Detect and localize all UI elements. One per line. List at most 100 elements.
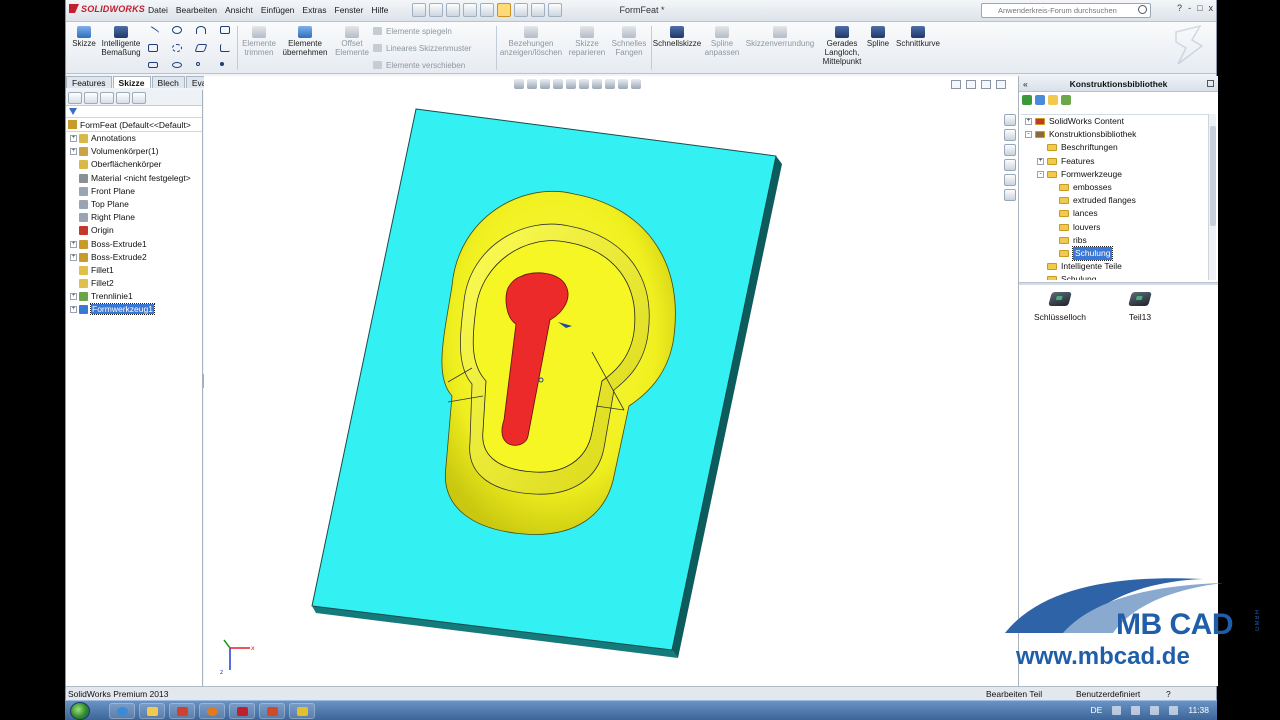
trim-entities-button[interactable]: Elemente trimmen <box>238 26 280 57</box>
language-indicator[interactable]: DE <box>1091 705 1103 715</box>
expand-icon[interactable]: - <box>1037 170 1044 178</box>
menu-fenster[interactable]: Fenster <box>335 5 364 15</box>
library-tree-item[interactable]: extruded flanges <box>1021 194 1211 207</box>
spline-button[interactable]: Spline <box>866 26 890 48</box>
text-icon[interactable] <box>220 44 230 52</box>
circle-icon[interactable] <box>172 26 182 34</box>
help-icon[interactable]: ? <box>1177 3 1182 13</box>
library-tree-item[interactable]: - Formwerkzeuge <box>1021 168 1211 181</box>
library-tree-item[interactable]: ribs <box>1021 234 1211 247</box>
save-icon[interactable] <box>446 3 460 17</box>
rebuild-icon[interactable] <box>514 3 528 17</box>
display-manager-icon[interactable] <box>132 92 146 104</box>
feature-tree-item[interactable]: Front Plane <box>66 185 202 198</box>
point-icon[interactable] <box>196 62 200 66</box>
expand-icon[interactable]: + <box>70 148 77 156</box>
tree-root-part[interactable]: FormFeat (Default<<Default> <box>66 118 202 132</box>
solidworks-logo[interactable]: SOLIDWORKS <box>69 4 145 14</box>
expand-icon[interactable]: + <box>1025 118 1032 125</box>
dimxpert-icon[interactable] <box>116 92 130 104</box>
volume-icon[interactable] <box>1150 705 1160 715</box>
library-tree-item[interactable]: louvers <box>1021 221 1211 234</box>
feature-tree-item[interactable]: Origin <box>66 224 202 237</box>
feature-tree-item[interactable]: Top Plane <box>66 198 202 211</box>
plane-icon[interactable] <box>220 26 230 34</box>
taskbar-firefox[interactable] <box>199 703 225 719</box>
intersection-curve-button[interactable]: Schnittkurve <box>892 26 944 48</box>
feature-tree-item[interactable]: + Volumenkörper(1) <box>66 145 202 158</box>
pin-icon[interactable] <box>1207 80 1214 87</box>
smart-dimension-button[interactable]: Intelligente Bemaßung <box>99 26 143 57</box>
filter-icon[interactable] <box>66 106 202 118</box>
taskbar-solidworks[interactable] <box>229 703 255 719</box>
feature-tree-item[interactable]: Right Plane <box>66 211 202 224</box>
select-pointer-icon[interactable] <box>497 3 511 17</box>
options-icon[interactable] <box>548 3 562 17</box>
feature-tree-item[interactable]: Material <nicht festgelegt> <box>66 172 202 185</box>
minimize-button[interactable]: - <box>1188 3 1191 13</box>
configuration-manager-icon[interactable] <box>100 92 114 104</box>
part-schluesselloch[interactable]: Schlüsselloch <box>1025 290 1095 322</box>
sketch-button[interactable]: Skizze <box>71 26 97 48</box>
move-entities-button[interactable]: Elemente verschieben <box>373 61 465 70</box>
library-tree-item[interactable]: lances <box>1021 207 1211 220</box>
slot-icon[interactable] <box>148 62 158 68</box>
taskbar-explorer[interactable] <box>139 703 165 719</box>
library-tree-item[interactable]: + SolidWorks Content <box>1021 115 1211 128</box>
feature-tree-item[interactable]: + Boss-Extrude1 <box>66 238 202 251</box>
maximize-button[interactable]: □ <box>1197 3 1202 13</box>
resources-tab-icon[interactable] <box>1004 114 1016 126</box>
close-button[interactable]: x <box>1209 3 1214 13</box>
scroll-thumb[interactable] <box>1210 126 1216 226</box>
view-palette-tab-icon[interactable] <box>1004 159 1016 171</box>
property-manager-icon[interactable] <box>84 92 98 104</box>
appearances-tab-icon[interactable] <box>1004 174 1016 186</box>
tab-features[interactable]: Features <box>66 76 112 88</box>
fit-spline-button[interactable]: Spline anpassen <box>702 26 742 57</box>
menu-bearbeiten[interactable]: Bearbeiten <box>176 5 217 15</box>
repair-sketch-button[interactable]: Skizze reparieren <box>566 26 608 57</box>
tab-blech[interactable]: Blech <box>151 76 185 88</box>
library-tree-item[interactable]: Beschriftungen <box>1021 141 1211 154</box>
display-relations-button[interactable]: Bezehungen anzeigen/löschen <box>498 26 564 57</box>
spline-icon[interactable] <box>196 26 206 34</box>
search-icon[interactable] <box>1138 5 1147 14</box>
undo-icon[interactable] <box>480 3 494 17</box>
rapid-sketch-button[interactable]: Schnellskizze <box>652 26 702 48</box>
part-teil13[interactable]: Teil13 <box>1105 290 1175 322</box>
library-tree-item[interactable]: Schulung <box>1021 245 1211 261</box>
back-arrow-icon[interactable]: « <box>1023 76 1028 92</box>
taskbar-vault[interactable] <box>169 703 195 719</box>
expand-icon[interactable]: + <box>70 135 77 142</box>
menu-einfuegen[interactable]: Einfügen <box>261 5 295 15</box>
taskbar-powerpoint[interactable] <box>259 703 285 719</box>
line-icon[interactable] <box>146 25 160 39</box>
feature-tree-item[interactable]: Fillet1 <box>66 264 202 277</box>
ellipse-icon[interactable] <box>172 62 182 68</box>
tab-skizze[interactable]: Skizze <box>112 76 151 88</box>
expand-icon[interactable]: + <box>70 240 77 248</box>
network-icon[interactable] <box>1112 705 1122 715</box>
centerline-icon[interactable] <box>220 62 224 66</box>
menu-ansicht[interactable]: Ansicht <box>225 5 253 15</box>
mirror-entities-button[interactable]: Elemente spiegeln <box>373 27 452 36</box>
library-tree-item[interactable]: - Konstruktionsbibliothek <box>1021 128 1211 141</box>
sketch-fillet-button[interactable]: Skizzenverrundung <box>744 26 816 48</box>
convert-entities-button[interactable]: Elemente übernehmen <box>280 26 330 57</box>
print-icon[interactable] <box>463 3 477 17</box>
tray-app-icon[interactable] <box>1169 705 1179 715</box>
offset-entities-button[interactable]: Offset Elemente <box>332 26 372 57</box>
open-icon[interactable] <box>429 3 443 17</box>
custom-properties-tab-icon[interactable] <box>1004 189 1016 201</box>
expand-icon[interactable]: + <box>70 253 77 261</box>
linear-pattern-button[interactable]: Lineares Skizzenmuster <box>373 44 471 53</box>
clock[interactable]: 11:38 <box>1188 705 1209 715</box>
feature-tree-item[interactable]: + Annotations <box>66 132 202 145</box>
refresh-icon[interactable] <box>1061 95 1071 105</box>
quick-snaps-button[interactable]: Schnelles Fangen <box>608 26 650 57</box>
taskbar-ie[interactable] <box>109 703 135 719</box>
start-button[interactable] <box>70 702 90 720</box>
feature-tree-item[interactable]: + Boss-Extrude2 <box>66 251 202 264</box>
graphics-area[interactable]: z x <box>204 76 1018 686</box>
add-to-library-icon[interactable] <box>1022 95 1032 105</box>
